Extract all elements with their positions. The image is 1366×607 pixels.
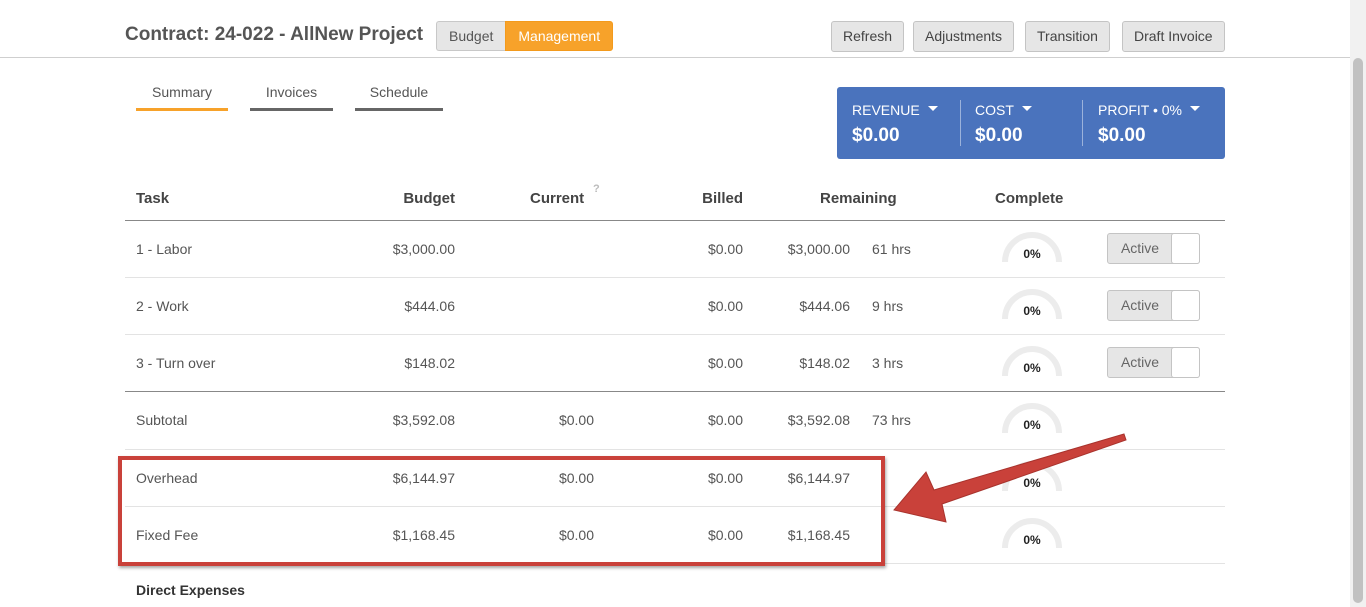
status-toggle[interactable]: Active bbox=[1107, 347, 1200, 378]
task-name[interactable]: 3 - Turn over bbox=[136, 355, 215, 371]
cost-label: COST bbox=[975, 102, 1014, 118]
cost-summary[interactable]: COST $0.00 bbox=[975, 87, 1080, 159]
col-header-remaining: Remaining bbox=[820, 190, 897, 207]
table-header-divider bbox=[125, 220, 1225, 221]
financial-summary: REVENUE $0.00 COST $0.00 PROFIT • 0% $0.… bbox=[837, 87, 1225, 159]
revenue-label: REVENUE bbox=[852, 102, 920, 118]
profit-value: $0.00 bbox=[1098, 125, 1146, 146]
management-view-button[interactable]: Management bbox=[505, 21, 614, 51]
col-header-billed: Billed bbox=[702, 190, 743, 207]
annotation-arrow-icon bbox=[893, 433, 1127, 523]
page: Contract: 24-022 - AllNew Project Budget… bbox=[0, 0, 1366, 607]
draft-invoice-button[interactable]: Draft Invoice bbox=[1122, 21, 1225, 52]
toggle-knob[interactable] bbox=[1171, 233, 1200, 264]
task-name[interactable]: 2 - Work bbox=[136, 298, 189, 314]
status-label: Active bbox=[1120, 240, 1160, 256]
revenue-value: $0.00 bbox=[852, 125, 900, 146]
caret-down-icon[interactable] bbox=[927, 105, 938, 111]
task-remaining: $148.02 bbox=[799, 355, 850, 371]
caret-down-icon[interactable] bbox=[1021, 105, 1032, 111]
task-billed: $0.00 bbox=[707, 298, 743, 314]
page-title: Contract: 24-022 - AllNew Project bbox=[125, 24, 424, 45]
status-toggle[interactable]: Active bbox=[1107, 290, 1200, 321]
col-header-current: Current bbox=[530, 190, 585, 207]
task-budget: $148.02 bbox=[404, 355, 455, 371]
row-divider bbox=[125, 277, 1225, 278]
toggle-knob[interactable] bbox=[1171, 290, 1200, 321]
cost-value: $0.00 bbox=[975, 125, 1023, 146]
profit-percent: 0% bbox=[1161, 102, 1182, 118]
task-remaining: $3,000.00 bbox=[787, 241, 850, 257]
subtotal-current: $0.00 bbox=[558, 412, 594, 428]
col-header-task: Task bbox=[136, 190, 170, 207]
status-label: Active bbox=[1120, 354, 1160, 370]
task-budget: $3,000.00 bbox=[392, 241, 455, 257]
col-header-complete: Complete bbox=[995, 190, 1064, 207]
caret-down-icon[interactable] bbox=[1190, 105, 1200, 111]
subtotal-divider bbox=[125, 391, 1225, 392]
revenue-summary[interactable]: REVENUE $0.00 bbox=[852, 87, 957, 159]
task-billed: $0.00 bbox=[707, 241, 743, 257]
task-hours: 9 hrs bbox=[872, 298, 904, 314]
subtotal-label: Subtotal bbox=[136, 412, 188, 428]
toggle-knob[interactable] bbox=[1171, 347, 1200, 378]
profit-label-wrap: PROFIT • 0% bbox=[1098, 102, 1200, 118]
vertical-scrollbar[interactable] bbox=[1350, 0, 1366, 607]
row-divider bbox=[125, 334, 1225, 335]
summary-divider bbox=[1082, 100, 1083, 146]
cost-label-wrap: COST bbox=[975, 102, 1032, 118]
subtotal-billed: $0.00 bbox=[707, 412, 743, 428]
task-billed: $0.00 bbox=[707, 355, 743, 371]
status-toggle[interactable]: Active bbox=[1107, 233, 1200, 264]
direct-expenses-heading: Direct Expenses bbox=[136, 582, 245, 598]
budget-view-button[interactable]: Budget bbox=[436, 21, 506, 51]
task-remaining: $444.06 bbox=[799, 298, 850, 314]
complete-percent: 0% bbox=[1023, 304, 1041, 318]
task-hours: 61 hrs bbox=[872, 241, 911, 257]
revenue-label-wrap: REVENUE bbox=[852, 102, 938, 118]
refresh-button[interactable]: Refresh bbox=[831, 21, 905, 52]
summary-divider bbox=[960, 100, 961, 146]
tab-summary[interactable]: Summary bbox=[136, 84, 228, 111]
page-header: Contract: 24-022 - AllNew Project Budget… bbox=[0, 0, 1350, 58]
transition-button[interactable]: Transition bbox=[1025, 21, 1110, 52]
task-budget: $444.06 bbox=[404, 298, 455, 314]
profit-separator-dot: • bbox=[1152, 102, 1162, 118]
profit-label: PROFIT bbox=[1098, 102, 1150, 118]
view-toggle: Budget Management bbox=[436, 21, 614, 51]
complete-percent: 0% bbox=[1023, 247, 1041, 261]
subtotal-remaining: $3,592.08 bbox=[787, 412, 850, 428]
scrollbar-thumb[interactable] bbox=[1353, 58, 1363, 603]
col-header-budget: Budget bbox=[403, 190, 455, 207]
tab-schedule[interactable]: Schedule bbox=[355, 84, 443, 111]
task-name[interactable]: 1 - Labor bbox=[136, 241, 192, 257]
help-icon[interactable]: ? bbox=[593, 183, 600, 195]
gauge-icon: 0% bbox=[1001, 287, 1063, 321]
profit-summary[interactable]: PROFIT • 0% $0.00 bbox=[1098, 87, 1218, 159]
task-hours: 3 hrs bbox=[872, 355, 904, 371]
adjustments-button[interactable]: Adjustments bbox=[913, 21, 1015, 52]
status-label: Active bbox=[1120, 297, 1160, 313]
gauge-icon: 0% bbox=[1001, 344, 1063, 378]
subtotal-budget: $3,592.08 bbox=[392, 412, 455, 428]
gauge-icon: 0% bbox=[1001, 230, 1063, 264]
complete-percent: 0% bbox=[1023, 361, 1041, 375]
tab-invoices[interactable]: Invoices bbox=[250, 84, 333, 111]
annotation-highlight-box bbox=[118, 456, 885, 566]
